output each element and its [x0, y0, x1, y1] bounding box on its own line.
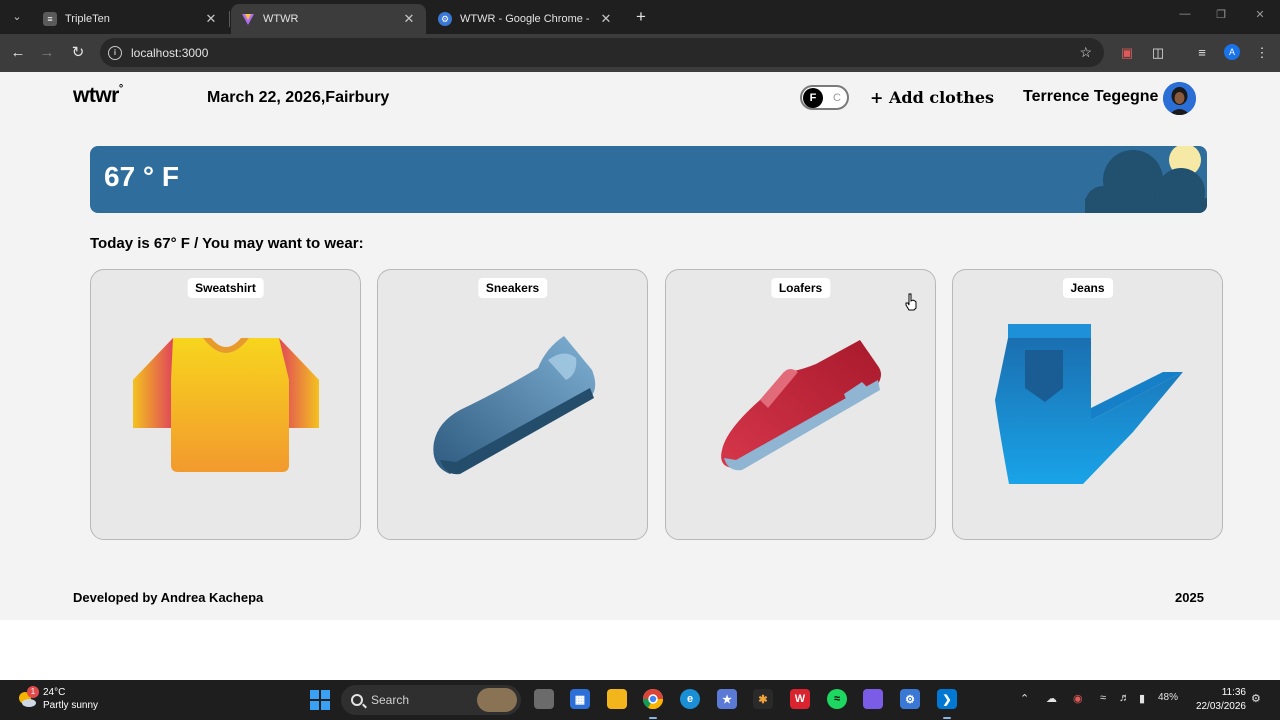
extensions-puzzle-icon[interactable]: ◫	[1148, 43, 1168, 63]
red-loafer-icon	[721, 340, 881, 471]
extension-red-icon[interactable]: ▣	[1117, 43, 1137, 63]
clothing-card-label: Sweatshirt	[187, 278, 264, 298]
weather-temperature: 67 ° F	[104, 161, 180, 192]
clock-time: 11:36	[1221, 687, 1246, 698]
wtwr-favicon-icon	[241, 12, 255, 26]
battery-icon[interactable]: ▮	[1139, 692, 1145, 705]
tab-search-chevron-icon[interactable]: ⌄	[6, 7, 28, 27]
wps-office-icon[interactable]: W	[790, 689, 810, 709]
chrome-settings-favicon-icon: ⚙	[438, 12, 452, 26]
address-bar[interactable]: i localhost:3000 ☆	[100, 38, 1104, 67]
badge-app-icon[interactable]: ★	[717, 689, 737, 709]
logo-text: wtwr	[73, 84, 119, 107]
taskbar-weather-description: Partly sunny	[43, 700, 99, 711]
blue-sneaker-icon	[433, 336, 596, 475]
minimize-icon[interactable]: —	[1178, 8, 1192, 20]
cloudy-day-icon	[1085, 146, 1207, 213]
search-icon	[351, 694, 363, 706]
taskbar-temperature: 24°C	[43, 687, 66, 698]
system-clock[interactable]: 11:36 22/03/2026	[1190, 686, 1246, 714]
taskbar-weather-widget[interactable]: 1 24°C Partly sunny	[17, 686, 98, 712]
date-location: March 22, 2026,Fairbury	[207, 89, 390, 106]
windows-start-icon[interactable]	[310, 690, 330, 710]
address-bar-url: localhost:3000	[131, 45, 209, 60]
temperature-unit-toggle[interactable]: F C	[800, 85, 849, 110]
user-name[interactable]: Terrence Tegegne	[1023, 88, 1158, 106]
clothing-card-loafers[interactable]: Loafers	[665, 269, 936, 540]
copilot-icon[interactable]	[863, 689, 883, 709]
clothing-card-sneakers[interactable]: Sneakers	[377, 269, 648, 540]
blue-jeans-icon	[995, 324, 1183, 484]
toggle-f-label: F	[809, 92, 817, 104]
tab-separator	[229, 11, 230, 27]
today-recommendation: Today is 67° F / You may want to wear:	[90, 235, 364, 252]
clothing-card-jeans[interactable]: Jeans	[952, 269, 1223, 540]
edge-icon[interactable]: e	[680, 689, 700, 709]
tripleten-favicon-icon: ≡	[43, 12, 57, 26]
tab-title: WTWR	[263, 13, 299, 25]
bookmark-star-icon[interactable]: ☆	[1079, 44, 1092, 61]
notifications-icon[interactable]: ⚙	[1251, 692, 1261, 705]
chrome-active-indicator	[649, 717, 657, 719]
tab-title: TripleTen	[65, 13, 110, 25]
media-control-icon[interactable]: ≡	[1192, 43, 1212, 63]
back-arrow-icon[interactable]: ←	[8, 43, 28, 63]
weather-badge: 1	[27, 686, 39, 698]
settings-app-icon[interactable]: ⚙	[900, 689, 920, 709]
partly-sunny-icon: 1	[17, 686, 39, 709]
spotify-icon[interactable]: ≈	[827, 689, 847, 709]
footer-year: 2025	[1175, 590, 1204, 605]
search-highlight-image	[477, 688, 517, 712]
tray-app-icon[interactable]: ◉	[1073, 692, 1083, 705]
asterisk-app-icon[interactable]: ✱	[753, 689, 773, 709]
tray-cloud-icon[interactable]: ☁	[1046, 692, 1057, 705]
tab-tripleten[interactable]: ≡ TripleTen ✕	[33, 4, 228, 34]
volume-icon[interactable]: ♬	[1119, 692, 1130, 704]
close-window-icon[interactable]: ✕	[1253, 8, 1267, 21]
battery-percent: 48%	[1158, 692, 1179, 703]
task-view-icon[interactable]	[534, 689, 554, 709]
tab-title: WTWR - Google Chrome - 22 M	[460, 13, 591, 25]
file-explorer-icon[interactable]	[607, 689, 627, 709]
browser-toolbar: ← → ↻ i localhost:3000 ☆ ▣ ◫ ≡ ⋮	[0, 34, 1280, 72]
page-body: wtwr° March 22, 2026,Fairbury F C + Add …	[0, 72, 1280, 620]
new-tab-icon[interactable]: +	[632, 6, 650, 28]
tab-wtwr[interactable]: WTWR ✕	[231, 4, 426, 34]
clothing-card-sweatshirt[interactable]: Sweatshirt	[90, 269, 361, 540]
windows-taskbar: 1 24°C Partly sunny Search ▦ e ★ ✱ W ≈ ⚙…	[0, 680, 1280, 720]
calculator-icon[interactable]: ▦	[570, 689, 590, 709]
tab-close-icon[interactable]: ✕	[402, 11, 416, 27]
taskbar-search-label: Search	[371, 693, 410, 707]
profile-avatar[interactable]: A	[1224, 44, 1240, 60]
wifi-icon[interactable]: ≈	[1100, 692, 1106, 704]
chrome-icon[interactable]	[643, 689, 663, 709]
clothing-card-label: Loafers	[770, 278, 831, 298]
tab-close-icon[interactable]: ✕	[204, 11, 218, 27]
clothing-card-label: Jeans	[1062, 278, 1113, 298]
clock-date: 22/03/2026	[1195, 701, 1246, 712]
tab-wtwr-chrome[interactable]: ⚙ WTWR - Google Chrome - 22 M ✕	[428, 4, 623, 34]
vscode-active-indicator	[943, 717, 951, 719]
tray-overflow-icon[interactable]: ⌃	[1020, 692, 1029, 705]
avatar[interactable]	[1163, 82, 1196, 115]
forward-arrow-icon[interactable]: →	[37, 43, 57, 63]
weather-card: 67 ° F	[90, 146, 1207, 213]
restore-icon[interactable]: ❐	[1214, 8, 1228, 21]
add-clothes-button[interactable]: + Add clothes	[870, 88, 994, 107]
reload-icon[interactable]: ↻	[68, 43, 88, 63]
hand-cursor-icon	[905, 293, 917, 311]
footer-developer: Developed by Andrea Kachepa	[73, 590, 264, 605]
browser-tab-strip: ⌄ ≡ TripleTen ✕ WTWR ✕ ⚙ WTWR - Google C…	[0, 0, 1280, 34]
app-logo[interactable]: wtwr°	[73, 83, 123, 108]
taskbar-search[interactable]: Search	[341, 685, 521, 715]
vscode-icon[interactable]: ❯	[937, 689, 957, 709]
logo-degree-mark: °	[118, 83, 123, 95]
clothing-card-label: Sneakers	[477, 278, 548, 298]
yellow-tshirt-icon	[133, 338, 319, 472]
toggle-c-label: C	[833, 92, 841, 104]
chrome-menu-icon[interactable]: ⋮	[1252, 43, 1272, 63]
tab-close-icon[interactable]: ✕	[599, 11, 613, 27]
site-info-icon[interactable]: i	[108, 45, 122, 60]
